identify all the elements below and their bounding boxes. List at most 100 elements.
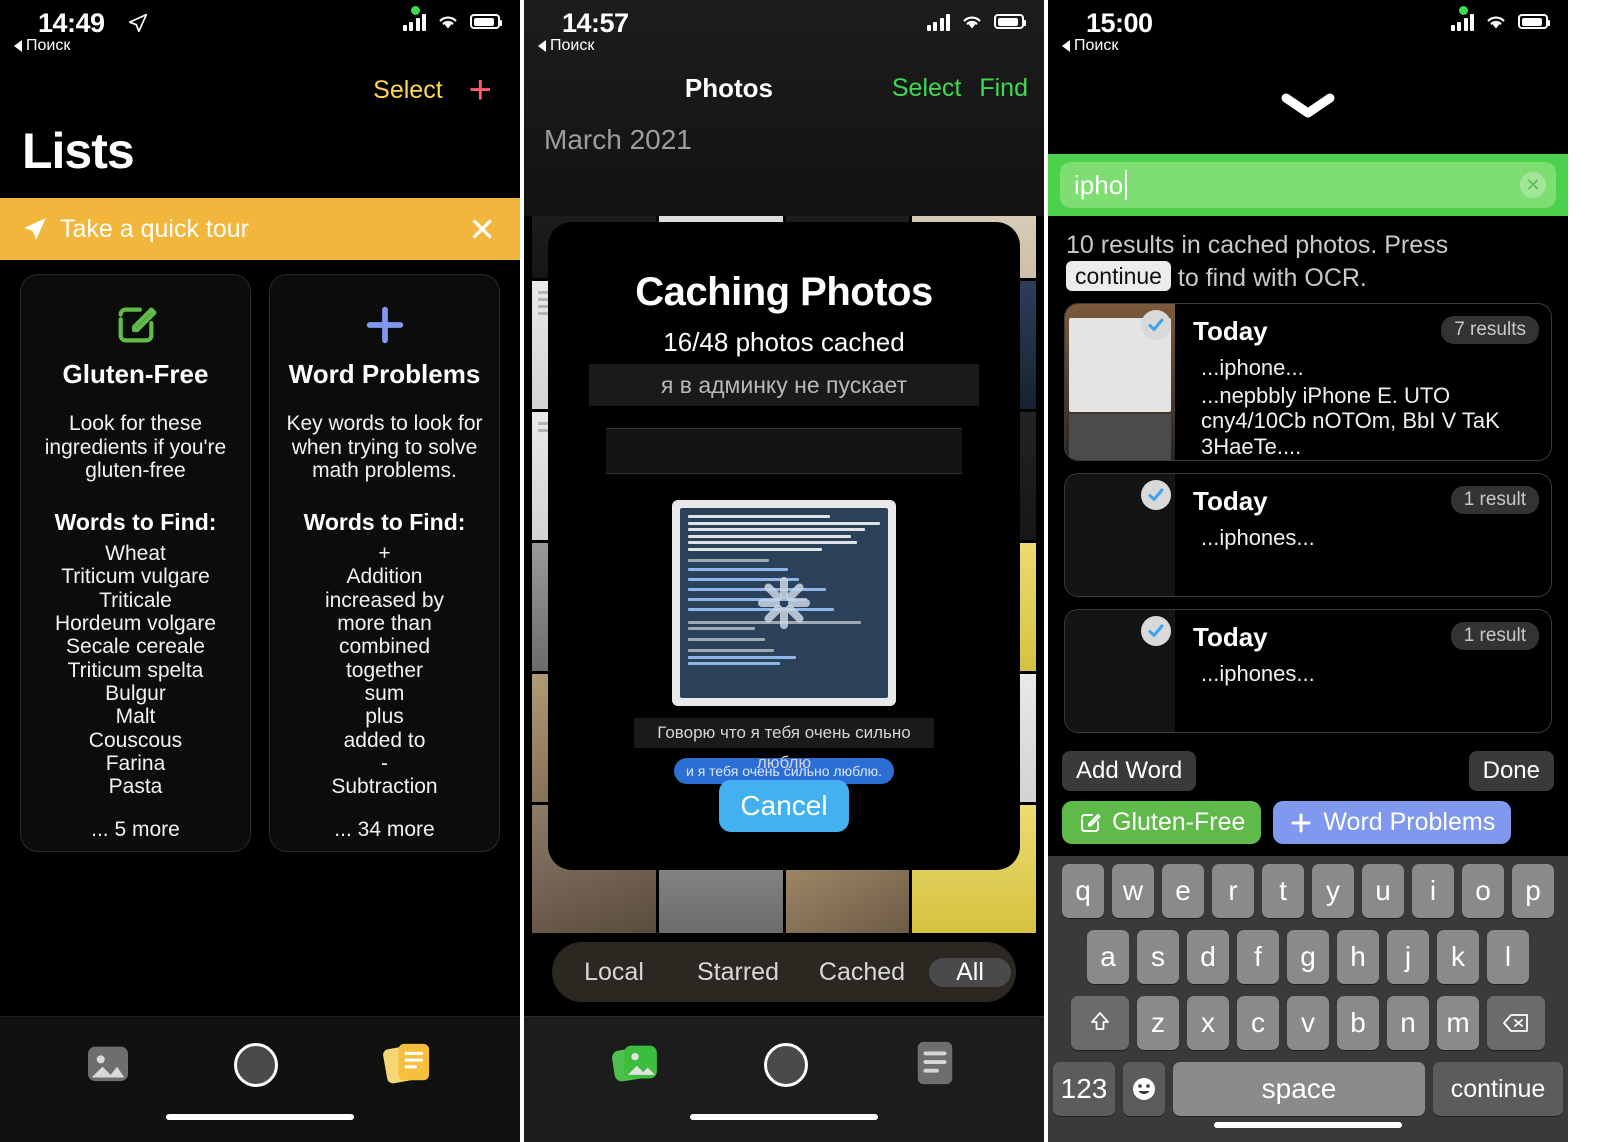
continue-key[interactable]: continue bbox=[1433, 1062, 1563, 1116]
space-key[interactable]: space bbox=[1173, 1062, 1425, 1116]
card-word: Farina bbox=[105, 751, 166, 775]
status-time: 14:49 bbox=[38, 8, 105, 38]
lists-tab[interactable] bbox=[382, 1040, 434, 1091]
result-body: Today 1 result ...iphones... bbox=[1175, 610, 1551, 732]
cancel-button[interactable]: Cancel bbox=[719, 780, 849, 832]
key-o[interactable]: o bbox=[1462, 864, 1504, 918]
result-checkbox-icon[interactable] bbox=[1141, 480, 1171, 510]
key-p[interactable]: p bbox=[1512, 864, 1554, 918]
card-word: together bbox=[345, 658, 424, 682]
card-word: more than bbox=[337, 612, 432, 636]
key-s[interactable]: s bbox=[1137, 930, 1179, 984]
result-thumbnail bbox=[1065, 304, 1175, 460]
card-word: Triticum spelta bbox=[67, 658, 204, 682]
search-input[interactable]: ipho ✕ bbox=[1060, 162, 1556, 208]
result-thumbnail bbox=[1065, 610, 1175, 732]
key-q[interactable]: q bbox=[1062, 864, 1104, 918]
dismiss-chevron[interactable] bbox=[1048, 58, 1568, 154]
quick-tour-banner[interactable]: Take a quick tour ✕ bbox=[0, 198, 520, 260]
photos-tab[interactable] bbox=[86, 1043, 130, 1088]
key-w[interactable]: w bbox=[1112, 864, 1154, 918]
key-x[interactable]: x bbox=[1187, 996, 1229, 1050]
key-i[interactable]: i bbox=[1412, 864, 1454, 918]
word-list-chips: Gluten-Free Word Problems bbox=[1048, 791, 1568, 856]
key-a[interactable]: a bbox=[1087, 930, 1129, 984]
back-triangle-icon bbox=[1062, 40, 1070, 52]
chip-gluten-free[interactable]: Gluten-Free bbox=[1062, 801, 1262, 844]
result-count-badge: 1 result bbox=[1450, 486, 1539, 514]
result-checkbox-icon[interactable] bbox=[1141, 310, 1171, 340]
chevron-down-icon bbox=[1281, 93, 1335, 118]
numbers-key[interactable]: 123 bbox=[1053, 1062, 1115, 1116]
quick-tour-label: Take a quick tour bbox=[60, 214, 249, 243]
result-row[interactable]: Today 1 result ...iphones... bbox=[1064, 609, 1552, 733]
keyboard-row-4: 123 space continue bbox=[1053, 1062, 1563, 1116]
plus-icon bbox=[280, 297, 489, 353]
caching-photos-modal: Caching Photos 16/48 photos cached я в а… bbox=[548, 222, 1020, 870]
done-button[interactable]: Done bbox=[1468, 751, 1554, 791]
compose-icon bbox=[1081, 813, 1101, 832]
chip-word-problems[interactable]: Word Problems bbox=[1273, 801, 1512, 844]
list-card-gluten-free[interactable]: Gluten-Free Look for these ingredients i… bbox=[20, 274, 251, 852]
status-text-after: to find with OCR. bbox=[1177, 263, 1367, 292]
card-word: Hordeum volgare bbox=[54, 612, 217, 636]
close-icon[interactable]: ✕ bbox=[468, 213, 496, 246]
key-u[interactable]: u bbox=[1362, 864, 1404, 918]
key-y[interactable]: y bbox=[1312, 864, 1354, 918]
result-row[interactable]: Today 7 results ...iphone... ...nepbbly … bbox=[1064, 303, 1552, 461]
loading-spinner-icon bbox=[753, 572, 815, 634]
key-r[interactable]: r bbox=[1212, 864, 1254, 918]
emoji-key[interactable] bbox=[1123, 1062, 1165, 1116]
status-bar: 15:00 Поиск bbox=[1048, 0, 1568, 58]
card-word: Bulgur bbox=[105, 681, 166, 705]
status-indicators bbox=[402, 12, 502, 31]
modal-progress-label: 16/48 photos cached bbox=[663, 327, 905, 357]
clear-icon[interactable]: ✕ bbox=[1520, 172, 1546, 198]
result-count-badge: 1 result bbox=[1450, 622, 1539, 650]
add-list-button[interactable]: + bbox=[469, 70, 492, 110]
result-snippet: ...iphones... bbox=[1201, 661, 1315, 686]
card-word: - bbox=[381, 751, 388, 775]
backspace-icon bbox=[1503, 1014, 1528, 1032]
list-card-word-problems[interactable]: Word Problems Key words to look for when… bbox=[269, 274, 500, 852]
camera-tab[interactable] bbox=[234, 1043, 278, 1087]
location-arrow-icon bbox=[128, 13, 148, 33]
key-n[interactable]: n bbox=[1387, 996, 1429, 1050]
compose-icon bbox=[31, 297, 240, 353]
select-button[interactable]: Select bbox=[373, 76, 442, 105]
key-b[interactable]: b bbox=[1337, 996, 1379, 1050]
photo-preview bbox=[672, 500, 896, 706]
status-text-before: 10 results in cached photos. Press bbox=[1066, 231, 1449, 259]
result-body: Today 1 result ...iphones... bbox=[1175, 474, 1551, 596]
key-c[interactable]: c bbox=[1237, 996, 1279, 1050]
keyboard-bottom-row bbox=[1053, 1128, 1563, 1142]
status-bar: 14:49 Поиск bbox=[0, 0, 520, 58]
shift-key[interactable] bbox=[1071, 996, 1129, 1050]
key-h[interactable]: h bbox=[1337, 930, 1379, 984]
key-d[interactable]: d bbox=[1187, 930, 1229, 984]
card-word: Subtraction bbox=[331, 775, 438, 799]
key-f[interactable]: f bbox=[1237, 930, 1279, 984]
status-back-link[interactable]: Поиск bbox=[1062, 37, 1118, 55]
key-g[interactable]: g bbox=[1287, 930, 1329, 984]
key-l[interactable]: l bbox=[1487, 930, 1529, 984]
key-e[interactable]: e bbox=[1162, 864, 1204, 918]
card-word: Malt bbox=[115, 705, 156, 729]
result-snippet: ...iphone... bbox=[1201, 355, 1304, 380]
card-words-header: Words to Find: bbox=[303, 509, 466, 536]
key-j[interactable]: j bbox=[1387, 930, 1429, 984]
status-back-label: Поиск bbox=[1074, 37, 1119, 54]
key-k[interactable]: k bbox=[1437, 930, 1479, 984]
key-z[interactable]: z bbox=[1137, 996, 1179, 1050]
add-word-button[interactable]: Add Word bbox=[1062, 751, 1197, 791]
card-word: + bbox=[378, 542, 391, 566]
result-row[interactable]: Today 1 result ...iphones... bbox=[1064, 473, 1552, 597]
result-checkbox-icon[interactable] bbox=[1141, 616, 1171, 646]
card-word: Pasta bbox=[108, 775, 163, 799]
backspace-key[interactable] bbox=[1487, 996, 1545, 1050]
key-m[interactable]: m bbox=[1437, 996, 1479, 1050]
modal-ghost-text: я в админку не пускает bbox=[589, 364, 979, 406]
key-v[interactable]: v bbox=[1287, 996, 1329, 1050]
status-back-link[interactable]: Поиск bbox=[14, 37, 70, 55]
key-t[interactable]: t bbox=[1262, 864, 1304, 918]
